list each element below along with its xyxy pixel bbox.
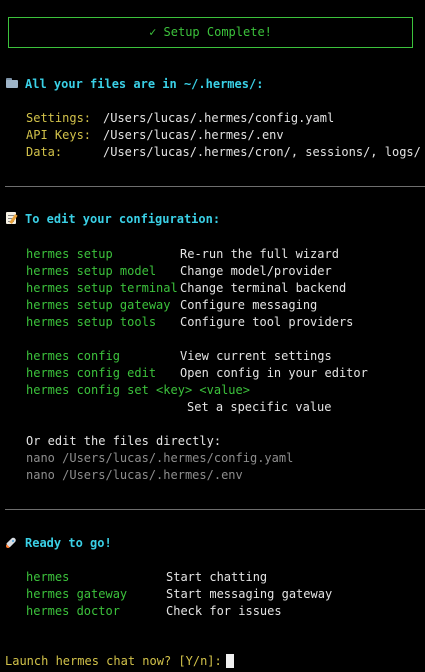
data-path: /Users/lucas/.hermes/cron/, sessions/, l… [103,145,421,159]
edit-heading-text: To edit your configuration: [25,212,221,226]
terminal-window: ✓ Setup Complete! All your files are in … [0,0,425,672]
text-cursor[interactable] [225,654,234,668]
command-description: Start messaging gateway [166,587,333,601]
command-hermes-gateway: hermes gateway [26,587,128,601]
api-keys-path: /Users/lucas/.hermes/.env [103,128,284,142]
nano-config-command: nano /Users/lucas/.hermes/config.yaml [26,451,294,465]
settings-path: /Users/lucas/.hermes/config.yaml [103,111,335,125]
files-heading: All your files are in ~/.hermes/: [5,76,263,93]
command-description: Re-run the full wizard [180,247,339,261]
files-heading-text: All your files are in ~/.hermes/: [25,77,264,91]
ready-heading: Ready to go! [5,535,112,552]
command-hermes-config: hermes config [26,349,120,363]
edit-heading: To edit your configuration: [5,211,220,228]
divider [5,509,425,510]
rocket-icon [5,536,19,548]
command-hermes: hermes [26,570,70,584]
command-hermes-setup-gateway: hermes setup gateway [26,298,171,312]
command-hermes-config-set: hermes config set <key> <value> [26,383,250,397]
command-hermes-doctor: hermes doctor [26,604,120,618]
ready-heading-text: Ready to go! [25,536,112,550]
api-keys-label: API Keys: [26,128,92,142]
command-hermes-config-edit: hermes config edit [26,366,157,380]
command-hermes-setup: hermes setup [26,247,113,261]
nano-env-command: nano /Users/lucas/.hermes/.env [26,468,243,482]
command-description: Change terminal backend [180,281,347,295]
command-description: Configure messaging [180,298,318,312]
folder-icon [5,77,19,89]
command-hermes-setup-terminal: hermes setup terminal [26,281,178,295]
command-description: View current settings [180,349,332,363]
data-label: Data: [26,145,63,159]
divider [5,186,425,187]
launch-prompt-text: Launch hermes chat now? [Y/n]: [5,654,222,668]
setup-complete-banner: ✓ Setup Complete! [8,17,413,48]
command-description: Check for issues [166,604,282,618]
command-description: Change model/provider [180,264,332,278]
command-description: Configure tool providers [180,315,354,329]
launch-prompt[interactable]: Launch hermes chat now? [Y/n]: [5,653,234,670]
command-description: Open config in your editor [180,366,368,380]
settings-label: Settings: [26,111,92,125]
command-description: Start chatting [166,570,268,584]
command-hermes-setup-tools: hermes setup tools [26,315,157,329]
memo-icon [5,212,19,224]
command-description: Set a specific value [187,400,332,414]
direct-edit-note: Or edit the files directly: [26,434,222,448]
command-hermes-setup-model: hermes setup model [26,264,157,278]
